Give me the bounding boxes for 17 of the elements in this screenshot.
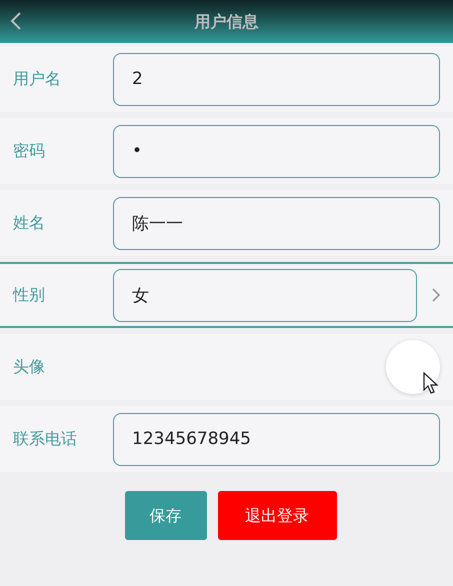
field-label: 性别 [13, 284, 46, 306]
select-field[interactable]: 女 [113, 268, 417, 322]
field-label: 联系电话 [13, 428, 78, 450]
field-label: 头像 [13, 356, 46, 378]
cursor-icon [423, 372, 439, 394]
text-field[interactable]: • [113, 124, 440, 178]
text-field[interactable]: 12345678945 [113, 412, 440, 466]
avatar[interactable] [386, 340, 440, 394]
header-title: 用户信息 [194, 10, 258, 32]
text-field[interactable]: 陈一一 [113, 196, 440, 250]
logout-button[interactable]: 退出登录 [218, 491, 336, 540]
back-icon[interactable] [10, 11, 22, 31]
field-label: 用户名 [13, 68, 62, 90]
chevron-right-icon[interactable] [431, 287, 441, 303]
text-field[interactable]: 2 [113, 52, 440, 106]
field-label: 密码 [13, 140, 46, 162]
field-label: 姓名 [13, 212, 46, 234]
